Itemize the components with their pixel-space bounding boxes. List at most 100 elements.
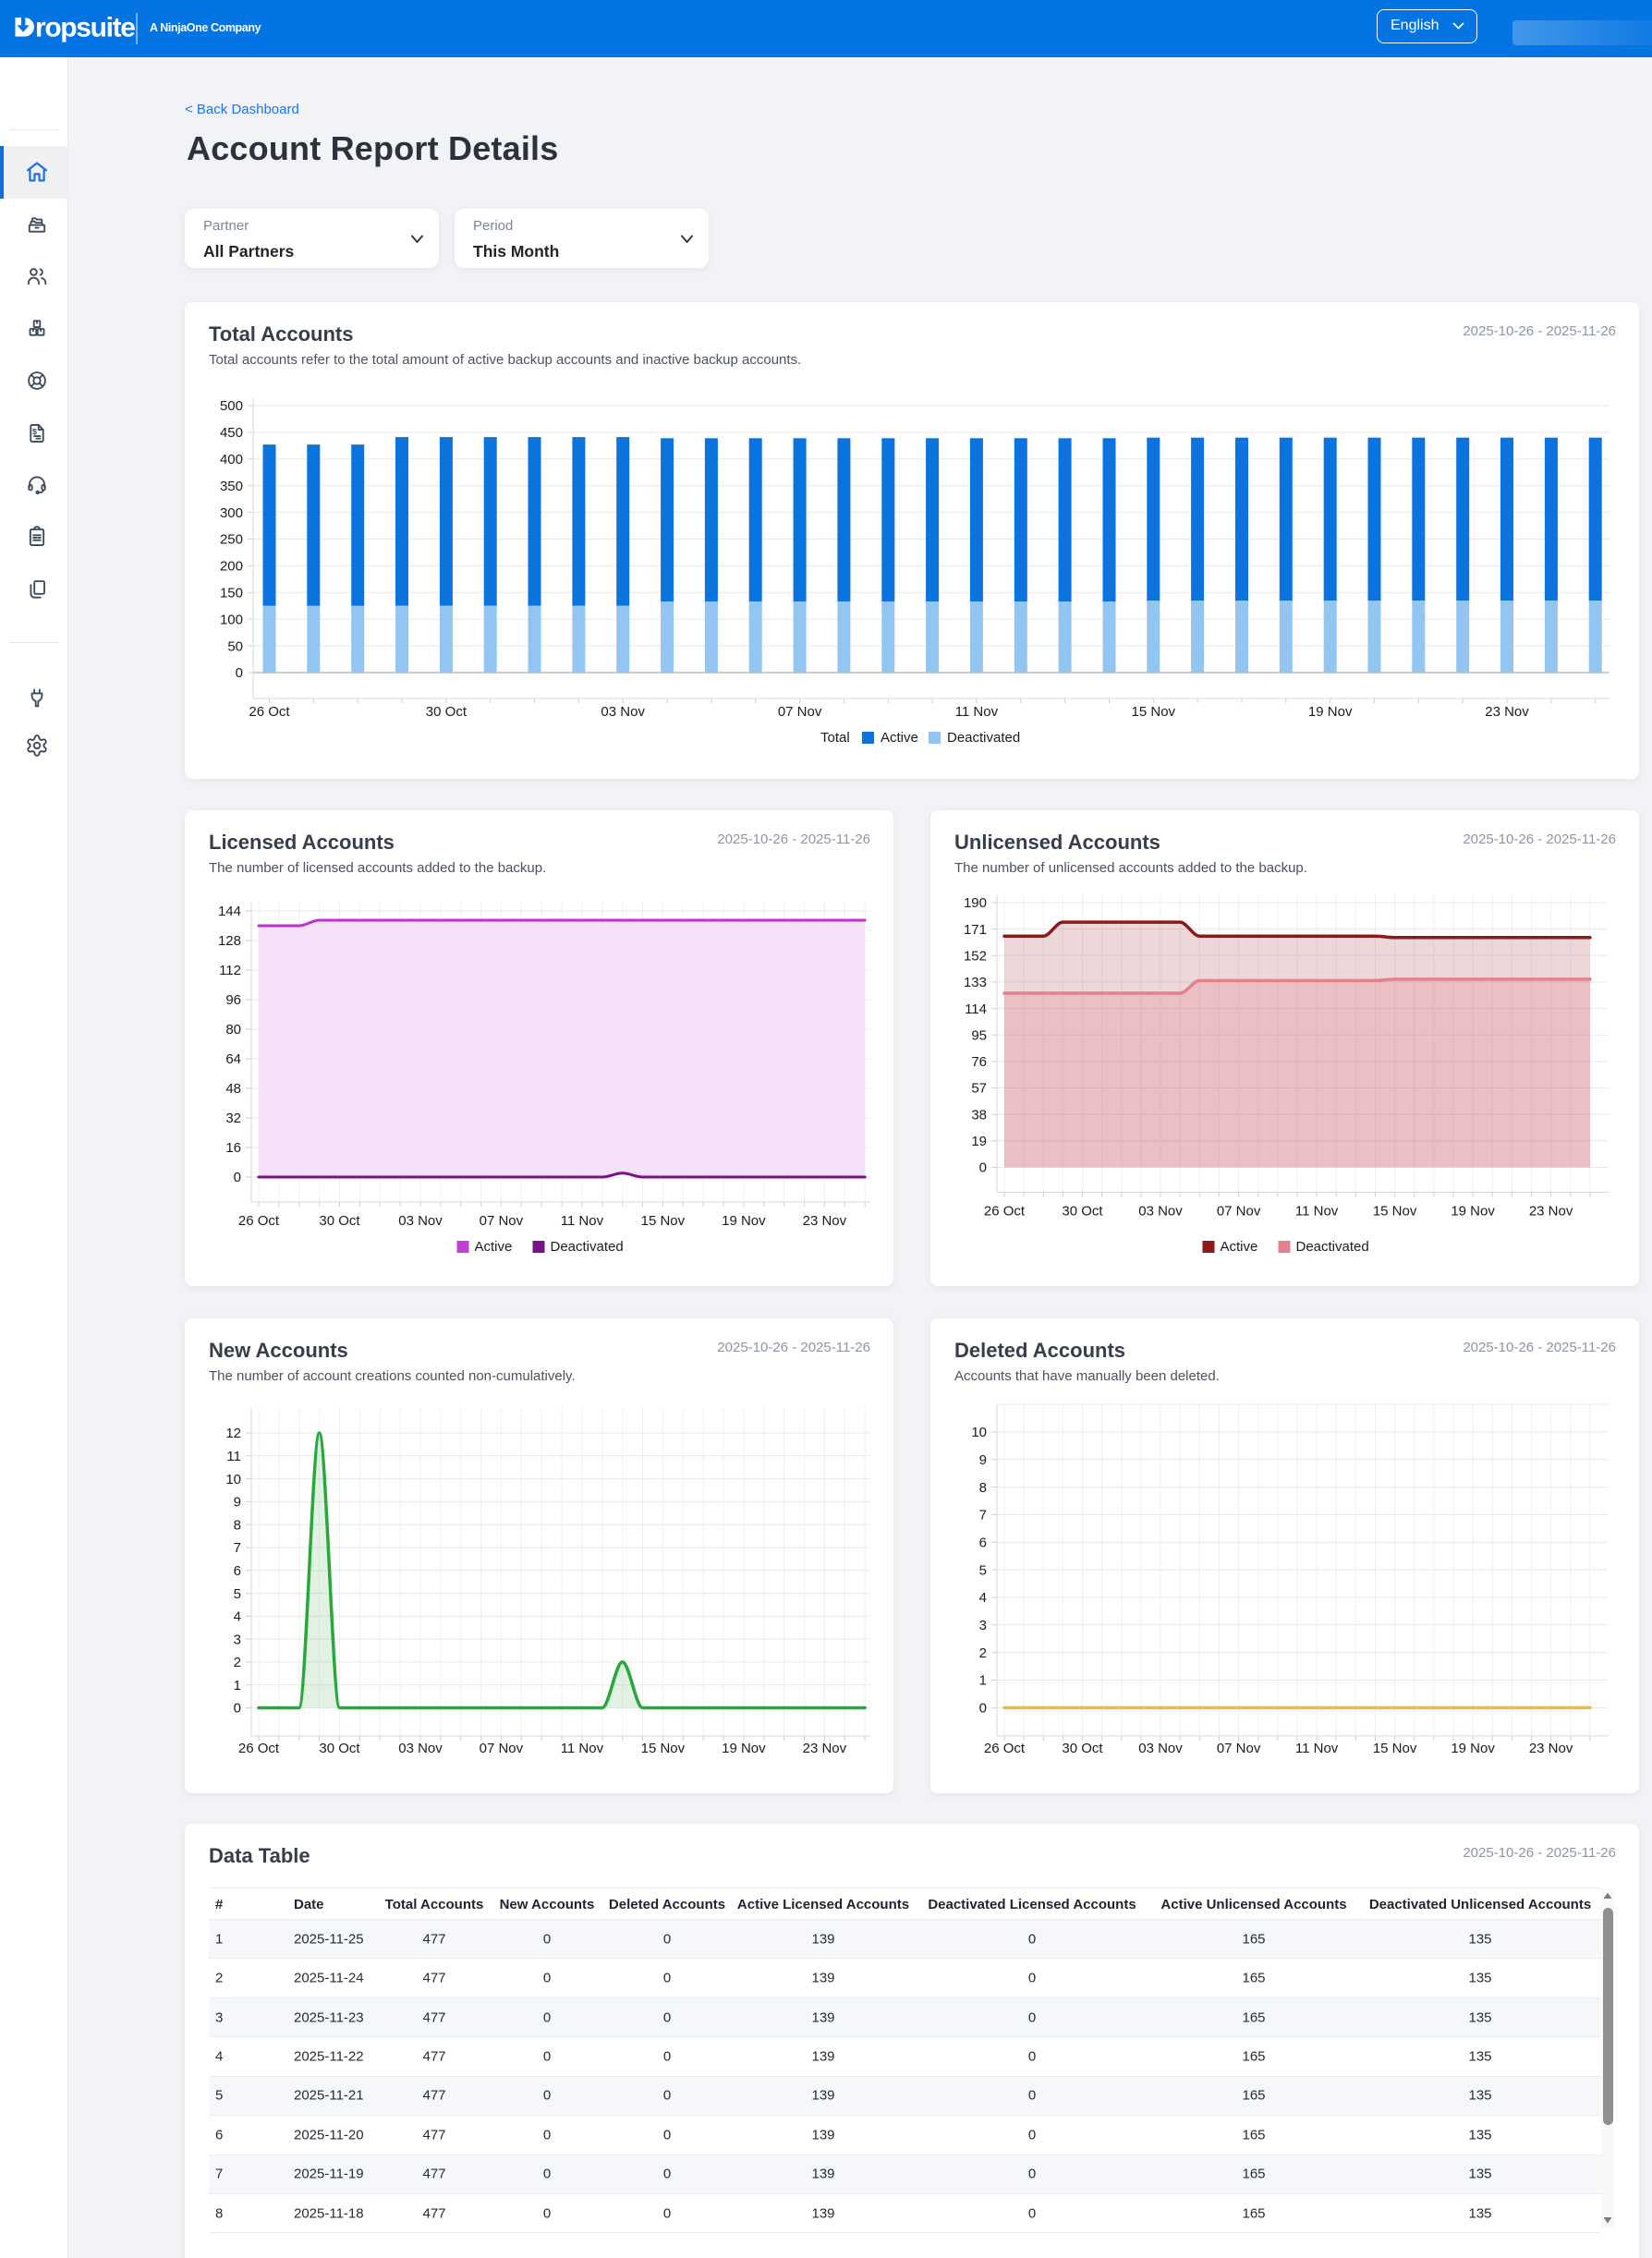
svg-text:128: 128 — [218, 933, 241, 949]
svg-text:7: 7 — [979, 1508, 987, 1524]
svg-text:0: 0 — [979, 1701, 987, 1717]
svg-text:07 Nov: 07 Nov — [778, 704, 822, 720]
svg-text:15 Nov: 15 Nov — [641, 1213, 686, 1229]
svg-text:Active: Active — [1221, 1239, 1258, 1255]
svg-text:144: 144 — [218, 904, 241, 919]
svg-text:8: 8 — [234, 1517, 241, 1533]
svg-text:Deactivated: Deactivated — [1296, 1239, 1369, 1255]
svg-text:114: 114 — [965, 1002, 987, 1017]
svg-text:15 Nov: 15 Nov — [1373, 1204, 1417, 1220]
svg-text:2: 2 — [979, 1645, 987, 1661]
svg-text:250: 250 — [220, 532, 243, 548]
svg-text:19 Nov: 19 Nov — [722, 1741, 766, 1756]
svg-text:38: 38 — [971, 1107, 987, 1123]
svg-text:7: 7 — [234, 1540, 241, 1556]
svg-text:6: 6 — [979, 1536, 987, 1551]
svg-text:15 Nov: 15 Nov — [641, 1741, 686, 1756]
svg-text:30 Oct: 30 Oct — [1062, 1741, 1103, 1756]
svg-text:0: 0 — [234, 1701, 241, 1717]
svg-text:11 Nov: 11 Nov — [955, 704, 999, 720]
svg-text:11 Nov: 11 Nov — [561, 1741, 604, 1756]
svg-text:26 Oct: 26 Oct — [238, 1213, 280, 1229]
svg-text:500: 500 — [220, 398, 243, 414]
svg-text:80: 80 — [225, 1022, 241, 1038]
svg-text:23 Nov: 23 Nov — [803, 1741, 847, 1756]
svg-text:350: 350 — [220, 479, 243, 494]
svg-text:12: 12 — [225, 1426, 241, 1441]
svg-text:26 Oct: 26 Oct — [984, 1741, 1026, 1756]
svg-text:30 Oct: 30 Oct — [1062, 1204, 1103, 1220]
svg-text:100: 100 — [220, 612, 243, 627]
svg-text:1: 1 — [979, 1673, 987, 1689]
svg-text:0: 0 — [979, 1160, 987, 1176]
svg-text:152: 152 — [964, 949, 987, 965]
svg-text:0: 0 — [236, 665, 243, 681]
svg-text:6: 6 — [234, 1563, 241, 1579]
svg-text:23 Nov: 23 Nov — [1529, 1741, 1573, 1756]
svg-text:450: 450 — [220, 425, 243, 441]
svg-text:19 Nov: 19 Nov — [722, 1213, 766, 1229]
svg-text:03 Nov: 03 Nov — [398, 1741, 443, 1756]
svg-text:5: 5 — [234, 1586, 241, 1602]
svg-text:112: 112 — [219, 963, 241, 978]
svg-text:26 Oct: 26 Oct — [984, 1204, 1026, 1220]
svg-text:03 Nov: 03 Nov — [1138, 1204, 1183, 1220]
svg-text:30 Oct: 30 Oct — [426, 704, 468, 720]
svg-text:95: 95 — [971, 1027, 987, 1043]
svg-text:19 Nov: 19 Nov — [1308, 704, 1353, 720]
svg-text:$: $ — [32, 427, 37, 436]
svg-text:07 Nov: 07 Nov — [1217, 1204, 1261, 1220]
svg-text:4: 4 — [234, 1609, 241, 1625]
svg-text:96: 96 — [225, 992, 241, 1008]
svg-text:03 Nov: 03 Nov — [398, 1213, 443, 1229]
svg-text:15 Nov: 15 Nov — [1132, 704, 1176, 720]
svg-text:32: 32 — [225, 1111, 241, 1126]
svg-text:19 Nov: 19 Nov — [1451, 1204, 1495, 1220]
svg-text:ropsuite: ropsuite — [35, 13, 135, 43]
svg-text:03 Nov: 03 Nov — [1138, 1741, 1183, 1756]
svg-text:400: 400 — [220, 452, 243, 467]
svg-text:64: 64 — [225, 1051, 241, 1067]
svg-text:9: 9 — [234, 1495, 241, 1511]
svg-text:15 Nov: 15 Nov — [1373, 1741, 1417, 1756]
svg-text:150: 150 — [220, 586, 243, 601]
svg-text:11: 11 — [226, 1449, 241, 1464]
svg-text:03 Nov: 03 Nov — [601, 704, 645, 720]
svg-text:171: 171 — [964, 922, 987, 938]
svg-text:9: 9 — [979, 1452, 987, 1468]
svg-text:4: 4 — [979, 1590, 987, 1606]
svg-text:2: 2 — [234, 1655, 241, 1670]
svg-text:07 Nov: 07 Nov — [480, 1741, 524, 1756]
svg-text:07 Nov: 07 Nov — [480, 1213, 524, 1229]
svg-text:200: 200 — [220, 559, 243, 575]
svg-text:1: 1 — [234, 1678, 241, 1694]
svg-text:Active: Active — [475, 1239, 513, 1255]
svg-text:30 Oct: 30 Oct — [319, 1741, 360, 1756]
svg-text:Active: Active — [881, 730, 918, 746]
svg-text:10: 10 — [225, 1472, 241, 1487]
svg-text:11 Nov: 11 Nov — [1295, 1204, 1339, 1220]
svg-text:190: 190 — [964, 895, 987, 911]
svg-text:133: 133 — [964, 975, 987, 990]
svg-text:76: 76 — [971, 1054, 987, 1070]
svg-text:07 Nov: 07 Nov — [1217, 1741, 1261, 1756]
svg-text:Deactivated: Deactivated — [947, 730, 1020, 746]
svg-text:23 Nov: 23 Nov — [1485, 704, 1529, 720]
svg-text:16: 16 — [225, 1140, 241, 1156]
svg-text:23 Nov: 23 Nov — [1529, 1204, 1573, 1220]
svg-text:50: 50 — [227, 638, 243, 654]
svg-text:30 Oct: 30 Oct — [319, 1213, 360, 1229]
svg-text:26 Oct: 26 Oct — [249, 704, 290, 720]
svg-text:Deactivated: Deactivated — [551, 1239, 624, 1255]
svg-text:11 Nov: 11 Nov — [1295, 1741, 1339, 1756]
svg-text:48: 48 — [225, 1081, 241, 1097]
svg-text:57: 57 — [971, 1081, 987, 1097]
svg-text:300: 300 — [220, 505, 243, 521]
svg-text:19 Nov: 19 Nov — [1451, 1741, 1495, 1756]
svg-text:5: 5 — [979, 1562, 987, 1578]
svg-text:26 Oct: 26 Oct — [238, 1741, 280, 1756]
svg-text:0: 0 — [234, 1170, 241, 1185]
svg-text:3: 3 — [979, 1618, 987, 1633]
svg-text:23 Nov: 23 Nov — [803, 1213, 847, 1229]
svg-text:11 Nov: 11 Nov — [561, 1213, 604, 1229]
